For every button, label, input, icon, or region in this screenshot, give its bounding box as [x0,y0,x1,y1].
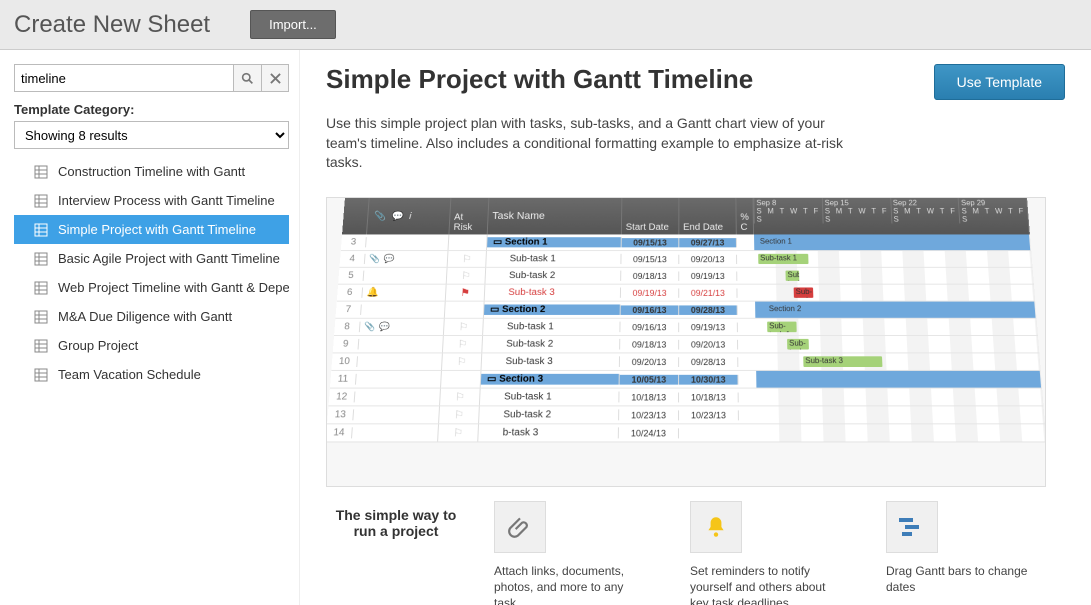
category-label: Template Category: [14,102,289,117]
chat-icon: 💬 [391,211,404,221]
close-icon [270,73,281,84]
bell-icon: 🔔 [366,287,379,297]
flag-icon: ⚐ [462,253,472,265]
category-select[interactable]: Showing 8 results [14,121,289,149]
callout-text: Drag Gantt bars to change dates [886,563,1036,595]
callout-text: Attach links, documents, photos, and mor… [494,563,644,605]
attachment-icon: 📎 [374,211,387,221]
sheet-icon [34,223,48,237]
clear-search-button[interactable] [261,64,289,92]
chat-icon: 💬 [379,321,391,332]
template-item[interactable]: Interview Process with Gantt Timeline [14,186,289,215]
grid-row: 6🔔⚑Sub-task 309/19/1309/21/13Sub-task 3 [337,284,1036,301]
grid-row: 12⚐Sub-task 110/18/1310/18/13 [328,388,1043,406]
template-description: Use this simple project plan with tasks,… [326,114,846,173]
grid-row: 3▭ Section 109/15/1309/27/13Section 1 [341,234,1031,251]
flag-icon: ⚐ [456,355,466,368]
grid-row: 5⚐Sub-task 209/18/1309/19/13Sub-task 2 [338,268,1034,285]
flag-icon: ⚐ [461,269,471,281]
search-input[interactable] [14,64,233,92]
dialog-header: Create New Sheet Import... [0,0,1091,50]
template-item-label: Construction Timeline with Gantt [58,164,245,179]
grid-row: 8📎💬⚐Sub-task 109/16/1309/19/13Sub-task 1 [334,319,1038,336]
paperclip-icon: 📎 [364,321,376,332]
dialog-title: Create New Sheet [14,11,210,39]
grid-row: 14⚐b-task 310/24/13 [326,424,1046,442]
template-item-label: Interview Process with Gantt Timeline [58,193,275,208]
sheet-icon [34,339,48,353]
flag-icon: ⚐ [454,408,465,421]
col-start: Start Date [622,198,680,234]
template-item[interactable]: Group Project [14,331,289,360]
col-at-risk: At Risk [449,198,489,234]
grid-row: 11▭ Section 310/05/1310/30/13 [330,371,1042,389]
gantt-bars-icon [897,516,927,538]
gantt-bar[interactable]: Section 2 [767,304,880,314]
flag-icon: ⚐ [455,390,465,403]
callouts-headline: The simple way to run a project [326,507,466,539]
grid-row: 13⚐Sub-task 210/23/1310/23/13 [327,406,1045,424]
callout: Set reminders to notify yourself and oth… [690,501,840,605]
search-button[interactable] [233,64,261,92]
col-pct: % C [736,198,754,234]
callout-icon-box [690,501,742,553]
template-item[interactable]: Simple Project with Gantt Timeline [14,215,289,244]
bell-icon [703,514,729,540]
gantt-bar[interactable]: Sub-task 2 [787,339,809,350]
gantt-bar[interactable]: Sub-task 3 [794,287,814,297]
sheet-icon [34,281,48,295]
template-item-label: Web Project Timeline with Gantt & Depend… [58,280,289,295]
col-task: Task Name [488,198,623,234]
gantt-bar[interactable]: Sub-task 1 [767,321,797,332]
gantt-bar[interactable]: Sub-task 2 [785,270,799,280]
template-preview: 📎 💬 i At Risk Task Name Start Date End D… [326,197,1046,487]
sheet-icon [34,368,48,382]
callout-icon-box [886,501,938,553]
col-end: End Date [679,198,736,234]
template-item-label: Group Project [58,338,138,353]
flag-icon: ⚐ [457,338,467,351]
gantt-bar[interactable]: Section 1 [758,237,864,247]
flag-icon: ⚑ [460,286,470,298]
grid-row: 4📎💬⚐Sub-task 109/15/1309/20/13Sub-task 1 [339,251,1032,268]
grid-row: 7▭ Section 209/16/1309/28/13Section 2 [335,301,1036,318]
template-item[interactable]: Basic Agile Project with Gantt Timeline [14,244,289,273]
gantt-bar[interactable]: Sub-task 3 [803,356,882,367]
import-button[interactable]: Import... [250,10,336,39]
sheet-icon [34,194,48,208]
sheet-icon [34,165,48,179]
template-list: Construction Timeline with Gantt Intervie… [14,157,289,389]
callout-icon-box [494,501,546,553]
callout: Drag Gantt bars to change dates [886,501,1036,605]
grid-row: 10⚐Sub-task 309/20/1309/28/13Sub-task 3 [331,353,1040,371]
template-item[interactable]: Team Vacation Schedule [14,360,289,389]
main-panel: Simple Project with Gantt Timeline Use T… [300,50,1091,605]
callouts-row: The simple way to run a project Attach l… [326,501,1065,605]
info-icon: i [409,211,412,221]
search-icon [241,72,254,85]
template-item-label: Simple Project with Gantt Timeline [58,222,256,237]
sheet-icon [34,310,48,324]
template-item-label: M&A Due Diligence with Gantt [58,309,232,324]
gantt-bar[interactable]: Sub-task 1 [758,254,808,264]
template-item[interactable]: Web Project Timeline with Gantt & Depend… [14,273,289,302]
paperclip-icon [507,514,533,540]
callout: Attach links, documents, photos, and mor… [494,501,644,605]
template-item[interactable]: Construction Timeline with Gantt [14,157,289,186]
callout-text: Set reminders to notify yourself and oth… [690,563,840,605]
grid-row: 9⚐Sub-task 209/18/1309/20/13Sub-task 2 [333,336,1040,353]
sidebar: Template Category: Showing 8 results Con… [0,50,300,605]
flag-icon: ⚐ [458,320,468,332]
use-template-button[interactable]: Use Template [934,64,1065,100]
template-item[interactable]: M&A Due Diligence with Gantt [14,302,289,331]
template-item-label: Team Vacation Schedule [58,367,201,382]
chat-icon: 💬 [383,254,395,264]
template-title: Simple Project with Gantt Timeline [326,64,753,95]
paperclip-icon: 📎 [369,254,381,264]
template-item-label: Basic Agile Project with Gantt Timeline [58,251,280,266]
sheet-icon [34,252,48,266]
flag-icon: ⚐ [453,426,464,439]
